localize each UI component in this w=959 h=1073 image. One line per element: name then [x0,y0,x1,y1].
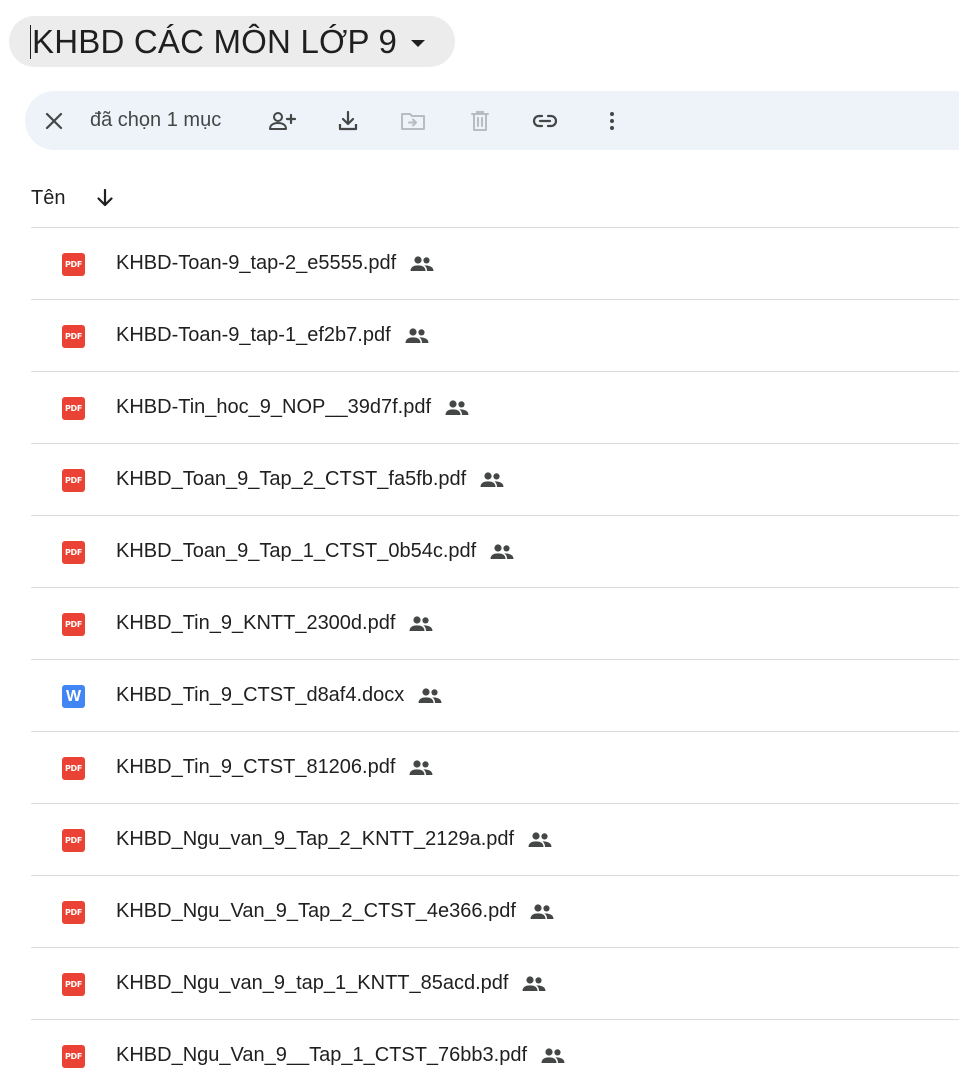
shared-people-icon [521,975,547,993]
file-name-cell: KHBD_Toan_9_Tap_2_CTST_fa5fb.pdf [116,444,505,515]
file-type-glyph: PDF [64,548,83,557]
file-name-cell: KHBD_Toan_9_Tap_1_CTST_0b54c.pdf [116,516,515,587]
word-doc-icon: W [62,685,85,708]
close-icon [45,112,63,129]
sort-direction-button[interactable] [91,184,119,212]
copy-link-button[interactable] [523,91,567,150]
file-row[interactable]: PDF KHBD_Tin_9_KNTT_2300d.pdf [31,588,959,660]
file-name: KHBD_Ngu_Van_9_Tap_2_CTST_4e366.pdf [116,900,516,922]
download-button[interactable] [326,91,370,150]
file-type-glyph: PDF [64,476,83,485]
file-type-glyph: PDF [64,764,83,773]
pdf-file-icon: PDF [62,541,85,564]
file-row[interactable]: PDF KHBD-Toan-9_tap-2_e5555.pdf [31,228,959,300]
trash-icon [471,110,489,131]
file-name: KHBD-Toan-9_tap-2_e5555.pdf [116,252,397,274]
file-name: KHBD-Toan-9_tap-1_ef2b7.pdf [116,324,391,346]
file-name-cell: KHBD-Tin_hoc_9_NOP__39d7f.pdf [116,372,470,443]
file-row[interactable]: PDF KHBD_Ngu_Van_9_Tap_2_CTST_4e366.pdf [31,876,959,948]
share-person-add-icon [269,111,297,130]
pdf-file-icon: PDF [62,757,85,780]
pdf-file-icon: PDF [62,397,85,420]
file-type-glyph: PDF [64,908,83,917]
shared-people-icon [408,759,434,777]
file-type-glyph: PDF [64,404,83,413]
arrow-down-icon [97,188,114,207]
download-icon [338,110,358,130]
file-name-cell: KHBD_Tin_9_KNTT_2300d.pdf [116,588,434,659]
file-row[interactable]: PDF KHBD_Toan_9_Tap_1_CTST_0b54c.pdf [31,516,959,588]
file-row[interactable]: PDF KHBD_Tin_9_CTST_81206.pdf [31,732,959,804]
text-cursor [30,24,31,59]
shared-people-icon [527,831,553,849]
pdf-file-icon: PDF [62,973,85,996]
file-name-cell: KHBD_Tin_9_CTST_d8af4.docx [116,660,443,731]
more-actions-button[interactable] [590,91,634,150]
more-vert-icon [610,111,614,130]
file-type-glyph: W [65,687,82,705]
folder-title: KHBD CÁC MÔN LỚP 9 [32,22,398,60]
file-type-glyph: PDF [64,980,83,989]
name-column-header[interactable]: Tên [31,187,65,210]
shared-people-icon [489,543,515,561]
file-name: KHBD_Ngu_van_9_tap_1_KNTT_85acd.pdf [116,972,509,994]
file-row[interactable]: PDF KHBD_Ngu_van_9_Tap_2_KNTT_2129a.pdf [31,804,959,876]
file-name: KHBD_Ngu_van_9_Tap_2_KNTT_2129a.pdf [116,828,515,850]
file-name: KHBD_Toan_9_Tap_1_CTST_0b54c.pdf [116,540,477,562]
file-row[interactable]: PDF KHBD-Toan-9_tap-1_ef2b7.pdf [31,300,959,372]
pdf-file-icon: PDF [62,613,85,636]
selection-count-label: đã chọn 1 mục [90,109,222,131]
pdf-file-icon: PDF [62,901,85,924]
file-type-glyph: PDF [64,332,83,341]
shared-people-icon [409,255,435,273]
list-header: Tên [31,176,119,220]
file-list: PDF KHBD-Toan-9_tap-2_e5555.pdf PDF KHBD-To… [31,228,959,1073]
share-button[interactable] [260,91,304,150]
clear-selection-button[interactable] [32,91,76,150]
pdf-file-icon: PDF [62,325,85,348]
folder-title-dropdown[interactable]: KHBD CÁC MÔN LỚP 9 [9,16,455,67]
file-name-cell: KHBD_Ngu_Van_9__Tap_1_CTST_76bb3.pdf [116,1020,566,1073]
file-name: KHBD-Tin_hoc_9_NOP__39d7f.pdf [116,396,431,418]
shared-people-icon [540,1047,566,1065]
move-to-folder-icon [401,112,425,130]
move-button[interactable] [391,91,435,150]
file-row[interactable]: W KHBD_Tin_9_CTST_d8af4.docx [31,660,959,732]
file-type-glyph: PDF [64,836,83,845]
dropdown-caret-icon [411,39,426,47]
file-row[interactable]: PDF KHBD_Toan_9_Tap_2_CTST_fa5fb.pdf [31,444,959,516]
link-icon [532,114,558,127]
shared-people-icon [417,687,443,705]
shared-people-icon [479,471,505,489]
file-name: KHBD_Tin_9_CTST_81206.pdf [116,756,396,778]
pdf-file-icon: PDF [62,829,85,852]
file-name-cell: KHBD_Ngu_Van_9_Tap_2_CTST_4e366.pdf [116,876,555,947]
shared-people-icon [529,903,555,921]
file-type-glyph: PDF [64,620,83,629]
file-row[interactable]: PDF KHBD-Tin_hoc_9_NOP__39d7f.pdf [31,372,959,444]
file-name: KHBD_Tin_9_CTST_d8af4.docx [116,684,405,706]
shared-people-icon [444,399,470,417]
selection-toolbar: đã chọn 1 mục [25,91,959,150]
file-name: KHBD_Toan_9_Tap_2_CTST_fa5fb.pdf [116,468,467,490]
file-name: KHBD_Tin_9_KNTT_2300d.pdf [116,612,396,634]
pdf-file-icon: PDF [62,253,85,276]
file-row[interactable]: PDF KHBD_Ngu_Van_9__Tap_1_CTST_76bb3.pdf [31,1020,959,1073]
file-name-cell: KHBD-Toan-9_tap-2_e5555.pdf [116,228,435,299]
file-name-cell: KHBD_Ngu_van_9_Tap_2_KNTT_2129a.pdf [116,804,553,875]
file-name-cell: KHBD_Tin_9_CTST_81206.pdf [116,732,434,803]
file-type-glyph: PDF [64,260,83,269]
file-name-cell: KHBD-Toan-9_tap-1_ef2b7.pdf [116,300,430,371]
shared-people-icon [404,327,430,345]
drive-folder-view: KHBD CÁC MÔN LỚP 9 đã chọn 1 mục Tên PDF… [0,0,959,1073]
pdf-file-icon: PDF [62,469,85,492]
delete-button[interactable] [458,91,502,150]
file-type-glyph: PDF [64,1052,83,1061]
file-name: KHBD_Ngu_Van_9__Tap_1_CTST_76bb3.pdf [116,1044,528,1066]
file-row[interactable]: PDF KHBD_Ngu_van_9_tap_1_KNTT_85acd.pdf [31,948,959,1020]
file-name-cell: KHBD_Ngu_van_9_tap_1_KNTT_85acd.pdf [116,948,547,1019]
shared-people-icon [408,615,434,633]
pdf-file-icon: PDF [62,1045,85,1068]
